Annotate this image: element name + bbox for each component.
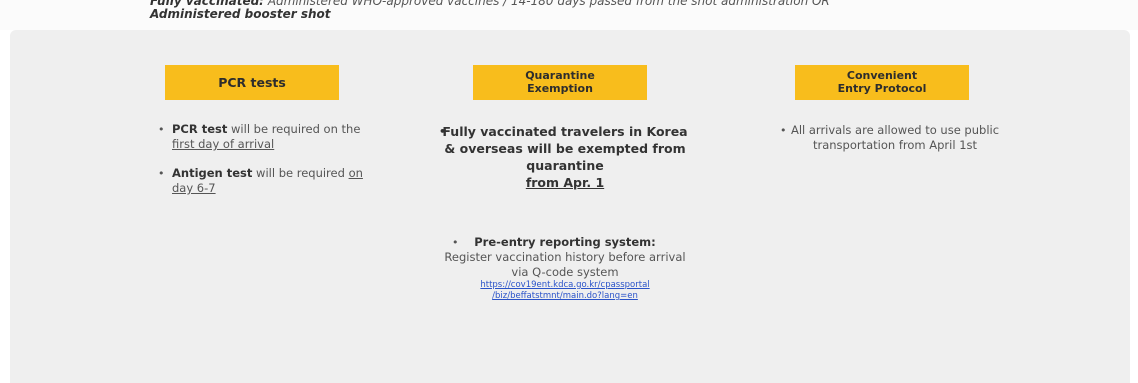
bullet-icon: • <box>780 124 787 137</box>
pre-entry-bullet: • Pre-entry reporting system: Register v… <box>440 235 690 302</box>
quarantine-title-line2: Exemption <box>527 81 593 95</box>
antigen-test-label: Antigen test <box>172 166 253 180</box>
q-code-link-line2: /biz/beffatstmnt/main.do?lang=en <box>492 291 638 301</box>
bullet-icon: • <box>452 236 459 249</box>
quarantine-exemption-text: Fully vaccinated travelers in Korea & ov… <box>442 124 688 173</box>
bullet-icon: • <box>439 125 447 138</box>
pcr-test-label: PCR test <box>172 122 228 136</box>
q-code-link-line1: https://cov19ent.kdca.go.kr/cpassportal <box>480 280 650 290</box>
quarantine-exemption-badge: Quarantine Exemption <box>473 65 647 100</box>
quarantine-exemption-bullet: • Fully vaccinated travelers in Korea & … <box>437 123 693 191</box>
pcr-test-bullet: • PCR test will be required on the first… <box>158 122 372 152</box>
page: Fully vaccinated: Administered WHO-appro… <box>0 0 1138 383</box>
booster-line: Administered booster shot <box>150 7 331 21</box>
pcr-tests-title: PCR tests <box>218 74 286 90</box>
pcr-test-underlined: first day of arrival <box>172 137 275 151</box>
quarantine-date-underlined: from Apr. 1 <box>525 175 605 190</box>
quarantine-title-line1: Quarantine <box>525 69 595 83</box>
q-code-link[interactable]: https://cov19ent.kdca.go.kr/cpassportal … <box>440 280 690 302</box>
public-transport-bullet: • All arrivals are allowed to use public… <box>780 123 1010 153</box>
entry-protocol-badge: Convenient Entry Protocol <box>795 65 969 100</box>
public-transport-text: All arrivals are allowed to use public t… <box>790 123 1000 152</box>
info-panel: PCR tests • PCR test will be required on… <box>10 30 1130 383</box>
bullet-icon: • <box>158 167 165 180</box>
bullet-icon: • <box>158 123 165 136</box>
pre-entry-text: Register vaccination history before arri… <box>444 250 686 279</box>
antigen-test-bullet: • Antigen test will be required on day 6… <box>158 166 372 196</box>
pre-entry-label: Pre-entry reporting system: <box>474 235 656 249</box>
pcr-tests-badge: PCR tests <box>165 65 339 100</box>
antigen-test-text: will be required <box>252 166 349 180</box>
entry-title-line1: Convenient <box>846 69 918 83</box>
vaccination-definition-text: Administered WHO-approved vaccines / 14-… <box>267 0 830 8</box>
header-strip: Fully vaccinated: Administered WHO-appro… <box>0 0 1138 30</box>
entry-title-line2: Entry Protocol <box>837 81 927 95</box>
pcr-test-text: will be required on the <box>227 122 361 136</box>
